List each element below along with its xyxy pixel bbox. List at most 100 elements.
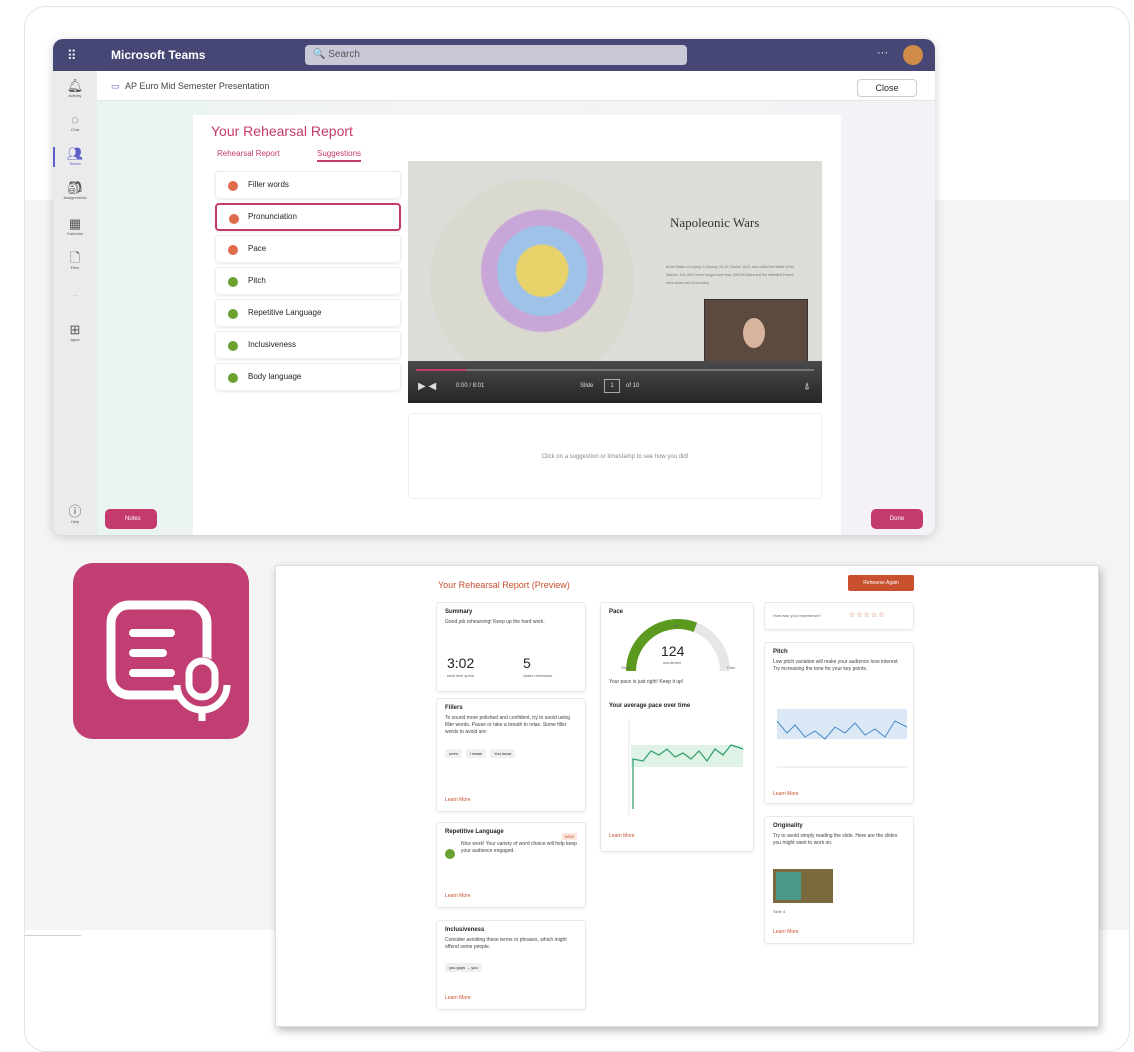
app-name: Microsoft Teams xyxy=(111,48,206,62)
help-icon: ⓘ xyxy=(68,504,82,519)
rail-help[interactable]: ⓘ Help xyxy=(53,505,97,525)
learn-more-link[interactable]: Learn More xyxy=(445,893,471,899)
learn-more-link[interactable]: Learn More xyxy=(773,791,799,797)
new-badge: NEW xyxy=(561,833,577,840)
suggestion-item[interactable]: Pitch xyxy=(215,267,401,295)
app-rail: 🔔︎ Activity ◌ Chat 👥︎ Teams 🎒︎ Assignments ▦… xyxy=(53,71,97,535)
pace-unit: words/min xyxy=(663,660,682,665)
slide-number-input[interactable]: 1 xyxy=(604,379,620,393)
card-text: Good job rehearsing! Keep up the hard wo… xyxy=(445,619,545,625)
suggestion-label: Inclusiveness xyxy=(248,340,297,349)
inclusiveness-card: Inclusiveness Consider avoiding these te… xyxy=(436,920,586,1010)
rail-label: ··· xyxy=(73,293,77,298)
suggestion-item[interactable]: Filler words xyxy=(215,171,401,199)
rehearsal-report-panel: Your Rehearsal Report Rehearsal Report S… xyxy=(193,115,841,535)
done-button[interactable]: Done xyxy=(871,509,923,529)
card-text: Nice work! Your variety of word choice w… xyxy=(461,841,577,854)
rail-more[interactable]: ··· xyxy=(53,293,97,299)
slide-label: Slide xyxy=(580,383,594,389)
pace-value: 124 xyxy=(661,643,685,659)
suggestion-label: Filler words xyxy=(248,180,289,189)
pace-card: Pace 124 words/min Slow OK Fast Your pac… xyxy=(600,602,754,852)
pace-chart-heading: Your average pace over time xyxy=(609,703,691,709)
rail-teams[interactable]: 👥︎ Teams xyxy=(53,147,97,167)
slide-thumbnail-label: Slide 4 xyxy=(773,909,786,914)
suggestion-label: Pronunciation xyxy=(248,212,297,221)
file-icon: 🗋︎ xyxy=(69,250,81,265)
suggestion-item[interactable]: Body language xyxy=(215,363,401,391)
rail-calendar[interactable]: ▦ Calendar xyxy=(53,217,97,237)
rehearse-again-button[interactable]: Rehearse Again xyxy=(848,575,914,591)
teams-icon: 👥︎ xyxy=(66,146,84,161)
rail-label: Activity xyxy=(68,93,82,98)
video-controls: ▶ ◀ 0:00 / 8:01 Slide 1 of 10 ⍋ xyxy=(408,361,822,403)
more-icon[interactable]: ··· xyxy=(877,47,888,59)
avatar[interactable] xyxy=(903,45,923,65)
rail-apps[interactable]: ⊞ Apps xyxy=(53,323,97,343)
video-timeline[interactable] xyxy=(416,369,814,371)
rail-label: Files xyxy=(70,265,80,270)
presentation-icon: ▭ xyxy=(111,81,120,91)
pitch-chart xyxy=(776,709,908,768)
apps-icon: ⊞ xyxy=(69,322,81,337)
rail-activity[interactable]: 🔔︎ Activity xyxy=(53,79,97,99)
pace-mid-label: OK xyxy=(673,623,679,628)
total-time-label: total time spent xyxy=(447,673,475,678)
filler-chip: umm xyxy=(445,749,462,758)
star-rating[interactable]: ☆☆☆☆☆ xyxy=(849,611,885,619)
rail-label: Teams xyxy=(69,161,81,166)
person-icon[interactable]: ⍋ xyxy=(804,381,810,392)
status-dot-icon xyxy=(228,245,238,255)
close-button[interactable]: Close xyxy=(857,79,917,97)
suggestion-label: Pitch xyxy=(248,276,266,285)
rail-chat[interactable]: ◌ Chat xyxy=(53,113,97,133)
suggestion-label: Pace xyxy=(248,244,267,253)
learn-more-link[interactable]: Learn More xyxy=(773,929,799,935)
slides-count: 5 xyxy=(523,655,531,671)
pitch-card: Pitch Low pitch variation will make your… xyxy=(764,642,914,804)
play-icon[interactable]: ▶ ◀ xyxy=(418,381,436,392)
filler-chips: umm I mean You know xyxy=(445,742,577,760)
repetitive-language-card: Repetitive Language NEW Nice work! Your … xyxy=(436,822,586,908)
learn-more-link[interactable]: Learn More xyxy=(445,995,471,1001)
divider xyxy=(25,935,81,936)
card-heading: Repetitive Language xyxy=(445,829,504,835)
rail-label: Assignments xyxy=(63,195,87,200)
slide-count: of 10 xyxy=(626,383,640,389)
search-input[interactable]: 🔍 Search xyxy=(305,45,687,65)
experience-question: How was your experience? xyxy=(773,613,822,618)
pace-over-time-chart xyxy=(628,719,744,815)
rail-label: Help xyxy=(70,519,80,524)
check-icon xyxy=(445,849,455,859)
teams-window: ⠿ Microsoft Teams 🔍 Search ··· 🔔︎ Activit… xyxy=(53,39,935,535)
suggestion-label: Repetitive Language xyxy=(248,308,322,317)
speaker-coach-app-icon xyxy=(73,563,249,739)
rail-assignments[interactable]: 🎒︎ Assignments xyxy=(53,181,97,201)
slide-thumbnail[interactable] xyxy=(773,869,833,903)
rail-files[interactable]: 🗋︎ Files xyxy=(53,251,97,271)
calendar-icon: ▦ xyxy=(68,216,82,231)
search-placeholder: Search xyxy=(328,49,360,60)
suggestion-item[interactable]: Pace xyxy=(215,235,401,263)
app-grid-icon[interactable]: ⠿ xyxy=(67,48,77,64)
suggestion-item[interactable]: Inclusiveness xyxy=(215,331,401,359)
card-heading: Fillers xyxy=(445,705,463,711)
slide-text: At the Battle of Leipzig in Saxony, 16-1… xyxy=(666,265,795,285)
pace-min-label: Slow xyxy=(621,665,630,670)
card-text: Low pitch variation will make your audie… xyxy=(773,659,899,672)
presenter-face xyxy=(743,318,765,348)
tab-rehearsal-report[interactable]: Rehearsal Report xyxy=(217,149,280,158)
status-dot-icon xyxy=(228,309,238,319)
notes-button[interactable]: Notes xyxy=(105,509,157,529)
slide-video[interactable]: Napoleonic Wars At the Battle of Leipzig… xyxy=(408,161,822,403)
learn-more-link[interactable]: Learn More xyxy=(609,833,635,839)
rail-label: Calendar xyxy=(66,231,84,236)
suggestion-item[interactable]: Pronunciation xyxy=(215,203,401,231)
suggestion-item[interactable]: Repetitive Language xyxy=(215,299,401,327)
card-heading: Pace xyxy=(609,609,624,615)
learn-more-link[interactable]: Learn More xyxy=(445,797,471,803)
card-text: Consider avoiding these terms or phrases… xyxy=(445,937,567,950)
status-dot-icon xyxy=(228,373,238,383)
tab-suggestions[interactable]: Suggestions xyxy=(317,149,362,162)
rail-label: Chat xyxy=(70,127,80,132)
